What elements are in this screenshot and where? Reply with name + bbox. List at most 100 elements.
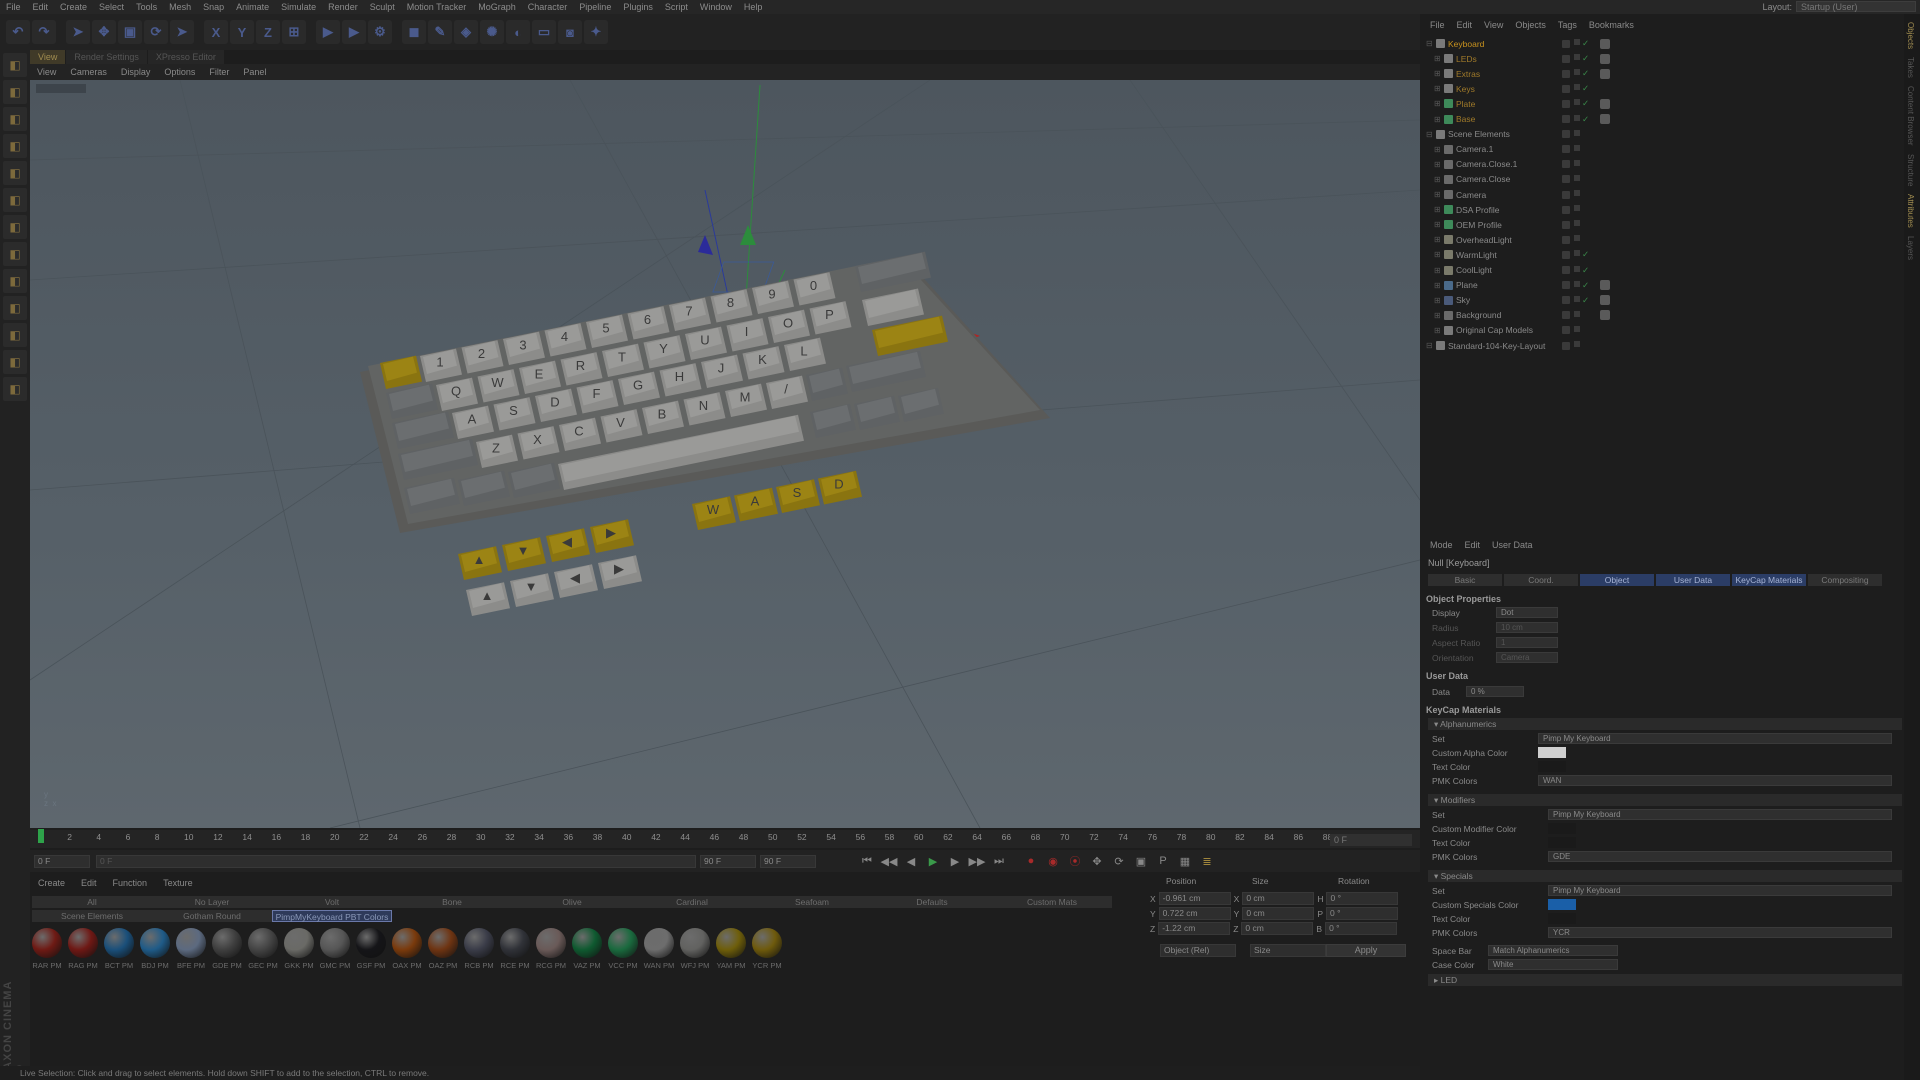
object-row[interactable]: ⊞ Base ✓ [1424, 112, 1904, 127]
material-swatch[interactable]: BFE PM [176, 928, 206, 970]
material-swatch[interactable]: GSF PM [356, 928, 386, 970]
object-menu-file[interactable]: File [1424, 18, 1451, 32]
visibility-editor-icon[interactable] [1562, 266, 1570, 274]
visibility-render-icon[interactable] [1574, 250, 1580, 257]
material-ball[interactable] [752, 928, 782, 958]
case-color-dropdown[interactable]: White [1488, 959, 1618, 970]
menu-create[interactable]: Create [54, 0, 93, 14]
material-layer-olive[interactable]: Olive [512, 896, 632, 908]
polygons-mode-icon[interactable]: ◧ [3, 215, 27, 239]
spec-text-color-swatch[interactable] [1548, 913, 1576, 924]
visibility-editor-icon[interactable] [1562, 341, 1570, 350]
visibility-render-icon[interactable] [1574, 159, 1580, 166]
display-dropdown[interactable]: Dot [1496, 607, 1558, 618]
object-name[interactable]: Camera.1 [1456, 144, 1493, 154]
axis-mode-icon[interactable]: ◧ [3, 242, 27, 266]
prev-key-icon[interactable]: ◀◀ [880, 852, 898, 870]
enabled-check-icon[interactable]: ✓ [1582, 53, 1589, 64]
visibility-render-icon[interactable] [1574, 265, 1580, 272]
tab-view[interactable]: View [30, 50, 66, 64]
spec-pmk-dropdown[interactable]: YCR [1548, 927, 1892, 938]
mod-pmk-dropdown[interactable]: GDE [1548, 851, 1892, 862]
dock-tab-attributes[interactable]: Attributes [1906, 194, 1915, 228]
expand-toggle-icon[interactable]: ⊞ [1434, 281, 1441, 290]
menu-help[interactable]: Help [738, 0, 769, 14]
visibility-render-icon[interactable] [1574, 205, 1580, 212]
material-menu-create[interactable]: Create [30, 876, 73, 890]
visibility-editor-icon[interactable] [1562, 205, 1570, 214]
cloner-icon[interactable]: ✺ [480, 20, 504, 44]
alpha-set-dropdown[interactable]: Pimp My Keyboard [1538, 733, 1892, 744]
rotation-field[interactable]: 0 ° [1325, 922, 1398, 935]
expand-toggle-icon[interactable]: ⊞ [1434, 160, 1441, 169]
material-ball[interactable] [104, 928, 134, 958]
mod-text-color-swatch[interactable] [1548, 837, 1576, 848]
visibility-editor-icon[interactable] [1562, 160, 1570, 169]
material-ball[interactable] [248, 928, 278, 958]
object-name[interactable]: Plate [1456, 99, 1475, 109]
enabled-check-icon[interactable]: ✓ [1582, 249, 1589, 260]
menu-character[interactable]: Character [522, 0, 574, 14]
expand-toggle-icon[interactable]: ⊞ [1434, 145, 1441, 154]
object-name[interactable]: Scene Elements [1448, 129, 1510, 139]
visibility-render-icon[interactable] [1574, 39, 1580, 45]
object-row[interactable]: ⊟ Keyboard ✓ [1424, 36, 1904, 51]
edges-mode-icon[interactable]: ◧ [3, 188, 27, 212]
make-editable-icon[interactable]: ◧ [3, 53, 27, 77]
object-name[interactable]: Plane [1456, 280, 1478, 290]
material-ball[interactable] [500, 928, 530, 958]
object-row[interactable]: ⊞ DSA Profile [1424, 202, 1904, 217]
menu-window[interactable]: Window [694, 0, 738, 14]
material-layer-volt[interactable]: Volt [272, 896, 392, 908]
timeline-playhead[interactable] [38, 829, 44, 843]
object-row[interactable]: ⊞ Camera.Close.1 [1424, 157, 1904, 172]
material-swatch[interactable]: OAZ PM [428, 928, 458, 970]
expand-toggle-icon[interactable]: ⊞ [1434, 175, 1441, 184]
material-swatch[interactable]: OAX PM [392, 928, 422, 970]
object-row[interactable]: ⊞ Camera.Close [1424, 172, 1904, 187]
object-menu-objects[interactable]: Objects [1509, 18, 1552, 32]
attr-tab-object[interactable]: Object [1580, 574, 1654, 586]
material-ball[interactable] [356, 928, 386, 958]
modifiers-group[interactable]: ▾ Modifiers [1428, 794, 1902, 806]
expand-toggle-icon[interactable]: ⊞ [1434, 69, 1441, 78]
key-pla-icon[interactable]: ▦ [1176, 852, 1194, 870]
enabled-check-icon[interactable]: ✓ [1582, 68, 1589, 79]
attr-tab-user-data[interactable]: User Data [1656, 574, 1730, 586]
deformer-icon[interactable]: ◐ [506, 20, 530, 44]
visibility-render-icon[interactable] [1574, 235, 1580, 242]
enabled-check-icon[interactable]: ✓ [1582, 114, 1589, 125]
dock-tab-takes[interactable]: Takes [1906, 57, 1915, 78]
spec-color-swatch[interactable] [1548, 899, 1576, 910]
visibility-editor-icon[interactable] [1562, 311, 1570, 320]
material-layer-defaults[interactable]: Defaults [872, 896, 992, 908]
object-name[interactable]: CoolLight [1456, 265, 1492, 275]
size-field[interactable]: 0 cm [1242, 892, 1315, 905]
grid-icon[interactable]: ◧ [3, 377, 27, 401]
material-ball[interactable] [536, 928, 566, 958]
solo-icon[interactable]: ◧ [3, 350, 27, 374]
viewport-menu-cameras[interactable]: Cameras [63, 64, 114, 80]
space-bar-dropdown[interactable]: Match Alphanumerics [1488, 945, 1618, 956]
object-row[interactable]: ⊞ Camera.1 [1424, 142, 1904, 157]
viewport-menu-filter[interactable]: Filter [202, 64, 236, 80]
enabled-check-icon[interactable]: ✓ [1582, 83, 1589, 94]
pen-icon[interactable]: ✎ [428, 20, 452, 44]
position-field[interactable]: -1.22 cm [1158, 922, 1231, 935]
visibility-editor-icon[interactable] [1562, 220, 1570, 229]
object-name[interactable]: Camera [1456, 190, 1486, 200]
mod-color-swatch[interactable] [1548, 823, 1576, 834]
timeline-menu-icon[interactable]: ≣ [1198, 852, 1216, 870]
render-view-icon[interactable]: ▶ [316, 20, 340, 44]
tag-icon[interactable] [1600, 310, 1610, 321]
object-name[interactable]: LEDs [1456, 54, 1477, 64]
menu-tools[interactable]: Tools [130, 0, 163, 14]
expand-toggle-icon[interactable]: ⊞ [1434, 205, 1441, 214]
visibility-editor-icon[interactable] [1562, 130, 1570, 139]
visibility-editor-icon[interactable] [1562, 99, 1570, 108]
start-frame-field[interactable]: 0 F [34, 854, 90, 868]
visibility-render-icon[interactable] [1574, 69, 1580, 76]
visibility-editor-icon[interactable] [1562, 115, 1570, 123]
object-name[interactable]: OverheadLight [1456, 235, 1512, 245]
move-icon[interactable]: ✥ [92, 20, 116, 44]
